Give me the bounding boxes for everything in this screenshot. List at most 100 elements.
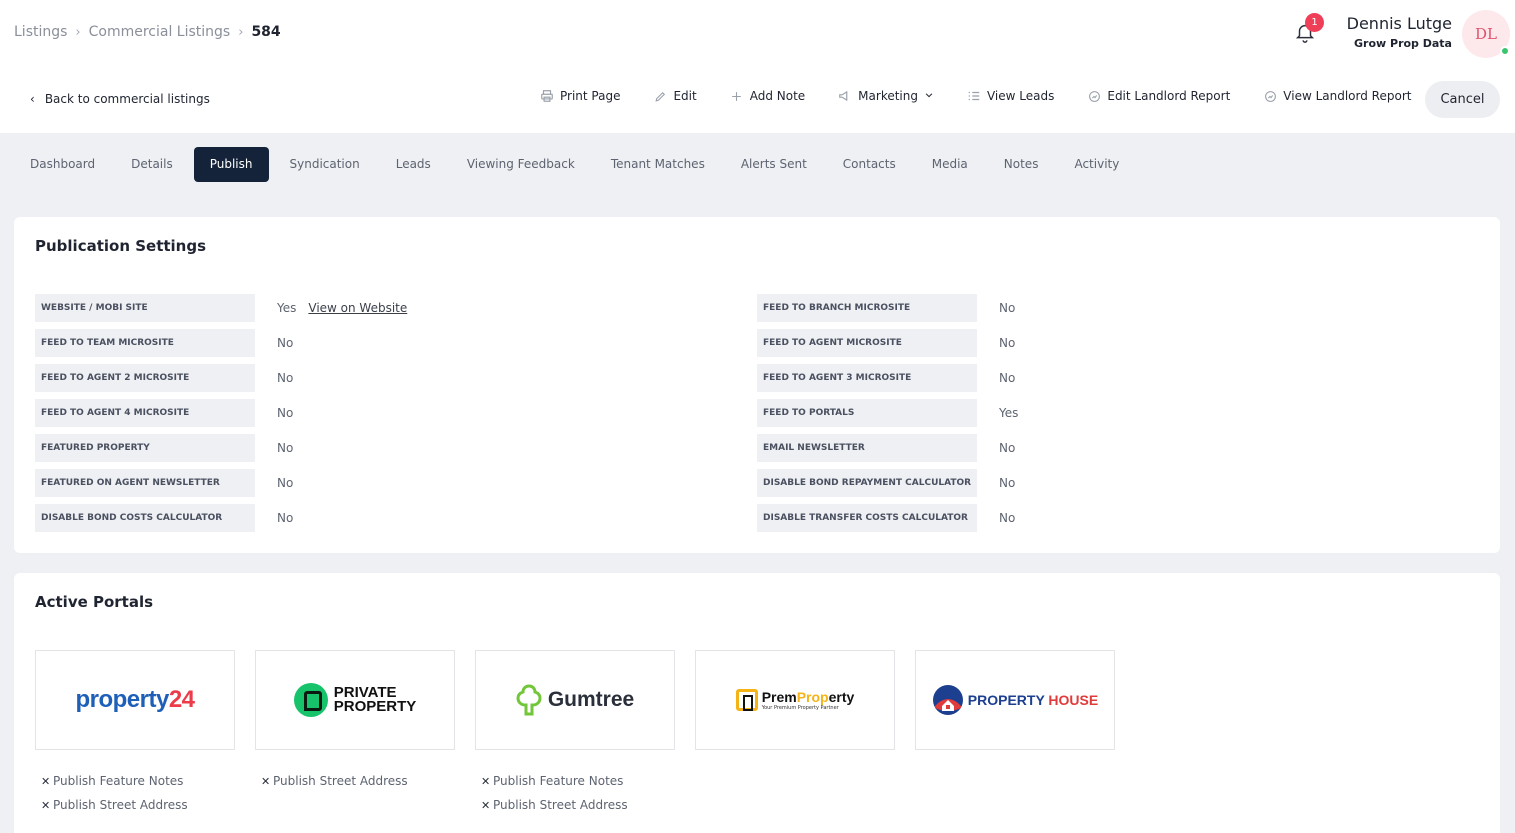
view-landlord-report-button[interactable]: View Landlord Report [1263, 89, 1411, 103]
portal-options: ✕ Publish Street Address [255, 769, 408, 793]
tab-notes[interactable]: Notes [986, 147, 1057, 182]
add-note-label: Add Note [749, 89, 806, 103]
chevron-right-icon: › [75, 24, 81, 40]
breadcrumb-listings[interactable]: Listings [14, 24, 67, 40]
report-icon [1087, 89, 1101, 103]
online-status-dot [1500, 46, 1510, 56]
setting-value: No [277, 441, 294, 455]
tab-media[interactable]: Media [914, 147, 986, 182]
printer-icon [540, 89, 554, 103]
edit-button[interactable]: Edit [653, 89, 697, 103]
setting-value: No [999, 371, 1016, 385]
plus-icon [730, 89, 744, 103]
setting-row: FEATURED PROPERTY No [35, 434, 293, 462]
private-property-logo: PRIVATE PROPERTY [293, 683, 416, 717]
portal-option: ✕ Publish Street Address [255, 769, 408, 793]
portal-options: ✕ Publish Feature Notes ✕ Publish Street A… [35, 769, 188, 817]
chevron-down-icon [924, 89, 934, 103]
add-note-button[interactable]: Add Note [730, 89, 805, 103]
portal-gumtree[interactable]: Gumtree [475, 650, 675, 750]
pencil-icon [653, 89, 667, 103]
close-icon: ✕ [41, 798, 51, 812]
tab-viewing-feedback[interactable]: Viewing Feedback [449, 147, 593, 182]
setting-value: No [999, 441, 1016, 455]
close-icon: ✕ [481, 774, 491, 788]
portal-option: ✕ Publish Street Address [475, 793, 628, 817]
tab-activity[interactable]: Activity [1056, 147, 1137, 182]
portal-option: ✕ Publish Feature Notes [35, 769, 188, 793]
portal-property24[interactable]: property24 [35, 650, 235, 750]
close-icon: ✕ [481, 798, 491, 812]
back-label: Back to commercial listings [44, 92, 210, 106]
setting-value: No [999, 476, 1016, 490]
tab-dashboard[interactable]: Dashboard [12, 147, 113, 182]
setting-row: DISABLE BOND COSTS CALCULATOR No [35, 504, 293, 532]
cancel-button[interactable]: Cancel [1425, 81, 1500, 118]
tab-details[interactable]: Details [113, 147, 191, 182]
setting-value: No [999, 336, 1016, 350]
tab-syndication[interactable]: Syndication [272, 147, 378, 182]
edit-landlord-report-button[interactable]: Edit Landlord Report [1087, 89, 1230, 103]
view-on-website-link[interactable]: View on Website [308, 301, 407, 315]
publication-settings-title: Publication Settings [35, 237, 207, 255]
tab-leads[interactable]: Leads [378, 147, 449, 182]
edit-landlord-report-label: Edit Landlord Report [1107, 89, 1231, 103]
setting-value: Yes [277, 301, 297, 315]
view-leads-button[interactable]: View Leads [967, 89, 1054, 103]
gumtree-logo: Gumtree [516, 684, 634, 716]
tab-alerts-sent[interactable]: Alerts Sent [723, 147, 825, 182]
tab-publish[interactable]: Publish [193, 147, 269, 182]
setting-value: No [277, 511, 294, 525]
chevron-left-icon: ‹ [30, 92, 35, 106]
tab-contacts[interactable]: Contacts [825, 147, 914, 182]
setting-value: No [277, 476, 294, 490]
setting-label: FEED TO AGENT 4 MICROSITE [35, 399, 255, 427]
setting-label: DISABLE TRANSFER COSTS CALCULATOR [757, 504, 977, 532]
setting-label: DISABLE BOND REPAYMENT CALCULATOR [757, 469, 977, 497]
breadcrumb-current: 584 [251, 24, 281, 40]
portal-premproperty[interactable]: PremProperty Your Premium Property Partn… [695, 650, 895, 750]
list-icon [967, 89, 981, 103]
setting-label: FEED TO AGENT 2 MICROSITE [35, 364, 255, 392]
portal-private-property[interactable]: PRIVATE PROPERTY [255, 650, 455, 750]
setting-row: FEED TO BRANCH MICROSITE No [757, 294, 1015, 322]
property-house-logo: PROPERTY HOUSE [932, 684, 1098, 716]
active-portals-title: Active Portals [35, 593, 154, 611]
actions: Print Page Edit Add Note Marketing View … [540, 89, 1444, 103]
setting-row: DISABLE TRANSFER COSTS CALCULATOR No [757, 504, 1015, 532]
setting-row: FEED TO PORTALS Yes [757, 399, 1018, 427]
setting-label: WEBSITE / MOBI SITE [35, 294, 255, 322]
portal-option: ✕ Publish Feature Notes [475, 769, 628, 793]
setting-label: EMAIL NEWSLETTER [757, 434, 977, 462]
marketing-label: Marketing [858, 89, 918, 103]
portal-property-house[interactable]: PROPERTY HOUSE [915, 650, 1115, 750]
breadcrumb-commercial-listings[interactable]: Commercial Listings [89, 24, 231, 40]
setting-row: FEED TO AGENT 4 MICROSITE No [35, 399, 293, 427]
marketing-dropdown[interactable]: Marketing [838, 89, 934, 103]
setting-value: No [999, 301, 1016, 315]
setting-row: EMAIL NEWSLETTER No [757, 434, 1015, 462]
setting-value: No [277, 371, 294, 385]
setting-row: DISABLE BOND REPAYMENT CALCULATOR No [757, 469, 1015, 497]
view-landlord-report-label: View Landlord Report [1283, 89, 1412, 103]
setting-label: DISABLE BOND COSTS CALCULATOR [35, 504, 255, 532]
action-bar: ‹ Back to commercial listings Print Page… [0, 67, 1515, 133]
setting-label: FEED TO BRANCH MICROSITE [757, 294, 977, 322]
portal-options: ✕ Publish Feature Notes ✕ Publish Street A… [475, 769, 628, 817]
user-name: Dennis Lutge [1346, 14, 1452, 33]
setting-row: FEED TO AGENT 2 MICROSITE No [35, 364, 293, 392]
setting-value: No [999, 511, 1016, 525]
setting-row: FEED TO TEAM MICROSITE No [35, 329, 293, 357]
print-button[interactable]: Print Page [540, 89, 620, 103]
print-label: Print Page [560, 89, 621, 103]
setting-value: Yes [999, 406, 1019, 420]
report-icon [1263, 89, 1277, 103]
view-leads-label: View Leads [986, 89, 1055, 103]
chevron-right-icon: › [238, 24, 244, 40]
back-link[interactable]: ‹ Back to commercial listings [30, 92, 210, 106]
user-org: Grow Prop Data [1354, 37, 1452, 50]
edit-label: Edit [673, 89, 697, 103]
top-bar: Listings › Commercial Listings › 584 1 D… [0, 0, 1515, 67]
premproperty-logo: PremProperty Your Premium Property Partn… [735, 689, 854, 711]
tab-tenant-matches[interactable]: Tenant Matches [593, 147, 723, 182]
